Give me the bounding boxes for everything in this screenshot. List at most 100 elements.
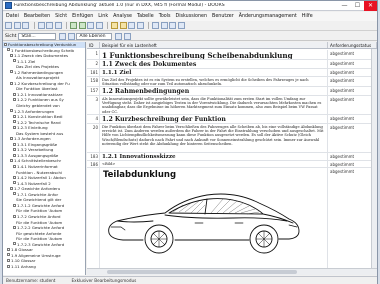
vertical-scrollbar[interactable]	[371, 49, 377, 268]
row-id: 158	[87, 77, 100, 86]
window-controls: — ☐ ✕	[338, 0, 377, 11]
toolbar-separator	[148, 22, 149, 29]
menu-bearbeiten[interactable]: Bearbeiten	[24, 14, 50, 19]
row-status: abgestimmt	[330, 154, 355, 159]
menu-sicht[interactable]: Sicht	[55, 14, 67, 19]
row-heading: 1.2 Kurzbeschreibung der Funktion	[100, 115, 328, 123]
indent-icon[interactable]	[87, 22, 94, 29]
table-row[interactable]: 4 1.2 Kurzbeschreibung der Funktion abge…	[87, 115, 377, 124]
table-row[interactable]: 181 1.1.1 Ziel abgestimmt	[87, 69, 377, 77]
toolbar-separator	[33, 22, 35, 29]
table-row[interactable]: 157 1.2 Rahmenbedingungen abgestimmt	[87, 87, 377, 96]
menu-analyse[interactable]: Analyse	[113, 14, 132, 19]
status-user: Benutzername: student	[6, 278, 56, 283]
car-sketch-image	[108, 193, 300, 254]
show-outline-icon[interactable]	[123, 32, 131, 40]
view-select[interactable]: Stan...	[18, 32, 57, 40]
row-text: Als Innovationsprojekt sollte gewährleis…	[100, 96, 328, 114]
requirements-grid: ID Beispiel für ein Lastenheft Anforderu…	[87, 42, 377, 275]
row-id: 1	[87, 50, 100, 59]
underline-icon[interactable]	[169, 22, 176, 29]
row-id: 20	[87, 124, 100, 152]
menu-link[interactable]: Link	[98, 14, 108, 19]
menu-tabelle[interactable]: Tabelle	[137, 14, 154, 19]
print-icon[interactable]	[22, 22, 29, 29]
row-id: 2	[87, 60, 100, 68]
row-status: abgestimmt	[330, 162, 355, 167]
row-id: 181	[87, 69, 100, 76]
menu-tools[interactable]: Tools	[159, 14, 171, 19]
grid-header: ID Beispiel für ein Lastenheft Anforderu…	[87, 42, 377, 49]
column-header-id[interactable]: ID	[87, 42, 100, 48]
view-refresh-icon[interactable]	[67, 32, 75, 40]
toolbar-separator	[107, 22, 108, 29]
row-status: abgestimmt	[330, 78, 355, 83]
row-id: 186	[87, 161, 100, 167]
menu-aenderungsmanagement[interactable]: Änderungsmanagement	[239, 14, 297, 19]
table-row[interactable]: 3 Als Innovationsprojekt sollte gewährle…	[87, 96, 377, 115]
bold-icon[interactable]	[152, 22, 159, 29]
row-text: <Bild>	[100, 161, 328, 167]
column-header-status[interactable]: Anforderungsstatus	[328, 42, 377, 48]
italic-icon[interactable]	[160, 22, 168, 29]
row-status: abgestimmt	[330, 70, 355, 75]
find-icon[interactable]	[136, 22, 144, 29]
cut-icon[interactable]	[37, 22, 45, 29]
status-bar: Benutzername: student Exklusiver Bearbei…	[3, 276, 377, 284]
copy-icon[interactable]	[46, 22, 53, 29]
toolbar	[3, 21, 377, 31]
table-row[interactable]: 158 Das Ziel des Projektes ist es ein Sy…	[87, 77, 377, 87]
sort-icon[interactable]	[128, 22, 135, 29]
menu-hilfe[interactable]: Hilfe	[302, 14, 313, 19]
scrollbar-thumb[interactable]	[107, 270, 297, 274]
column-header-text[interactable]: Beispiel für ein Lastenheft	[100, 42, 328, 48]
table-row[interactable]: 20 Die Funktion überlast dem Fahrer beim…	[87, 124, 377, 153]
menu-benutzer[interactable]: Benutzer	[212, 14, 234, 19]
menu-einfuegen[interactable]: Einfügen	[72, 14, 93, 19]
title-bar: Funktionsbeschreibung Abdunklung' aktuel…	[3, 0, 377, 11]
level-select[interactable]: Alle Ebenen	[76, 32, 113, 40]
table-row[interactable]: 186 <Bild> abgestimmt	[87, 161, 377, 168]
save-icon[interactable]	[13, 22, 21, 29]
row-status: abgestimmt	[330, 116, 355, 121]
tree-item[interactable]: 1.11 Anhang	[3, 264, 85, 270]
view-settings-icon[interactable]	[59, 32, 67, 40]
view-bar: Sicht Stan... Alle Ebenen	[3, 32, 377, 41]
row-heading: 1 Funktionsbeschreibung Scheibenabdunklu…	[100, 50, 328, 59]
row-status: abgestimmt	[330, 61, 355, 66]
toolbar-separator	[66, 22, 67, 29]
status-mode: Exklusiver Bearbeitungsmodus	[71, 278, 137, 283]
table-row[interactable]: 1 1 Funktionsbeschreibung Scheibenabdunk…	[87, 50, 377, 60]
table-row[interactable]: 2 1.1 Zweck des Dokumentes abgestimmt	[87, 60, 377, 69]
show-graphics-icon[interactable]	[115, 32, 123, 40]
filter-icon[interactable]	[119, 22, 127, 29]
row-heading: 1.1.1 Ziel	[100, 69, 328, 76]
minimize-icon[interactable]: —	[338, 1, 351, 11]
insert-below-icon[interactable]	[78, 22, 86, 29]
menu-diskussionen[interactable]: Diskussionen	[176, 14, 208, 19]
horizontal-scrollbar[interactable]	[87, 268, 377, 275]
outdent-icon[interactable]	[95, 22, 103, 29]
table-icon[interactable]	[177, 22, 185, 29]
menu-datei[interactable]: Datei	[6, 14, 19, 19]
row-id: 183	[87, 153, 100, 160]
new-icon[interactable]	[5, 22, 12, 29]
row-text: Die Funktion überlast dem Fahrer beim Ve…	[100, 124, 328, 152]
row-heading: 1.2.1 Innovationsskizze	[100, 153, 328, 160]
row-status: abgestimmt	[330, 97, 355, 102]
close-icon[interactable]: ✕	[364, 0, 377, 11]
insert-object-icon[interactable]	[70, 22, 77, 29]
row-status: abgestimmt	[330, 125, 355, 130]
maximize-icon[interactable]: ☐	[351, 1, 364, 11]
picture-cell: Teilabdunklung	[100, 168, 328, 269]
row-text: Das Ziel des Projektes ist es ein System…	[100, 77, 328, 86]
row-id: 4	[87, 115, 100, 123]
link-icon[interactable]	[111, 22, 118, 29]
table-row[interactable]: 183 1.2.1 Innovationsskizze abgestimmt	[87, 153, 377, 161]
module-explorer-tree: Funktionsbeschreibung Verdunklun 1 Funkt…	[3, 42, 86, 275]
row-heading: 1.1 Zweck des Dokumentes	[100, 60, 328, 68]
view-label: Sicht	[5, 33, 17, 39]
application-window: Funktionsbeschreibung Abdunklung' aktuel…	[2, 0, 378, 284]
picture-row[interactable]: Teilabdunklung abgestimmt	[87, 168, 377, 269]
paste-icon[interactable]	[54, 22, 62, 29]
